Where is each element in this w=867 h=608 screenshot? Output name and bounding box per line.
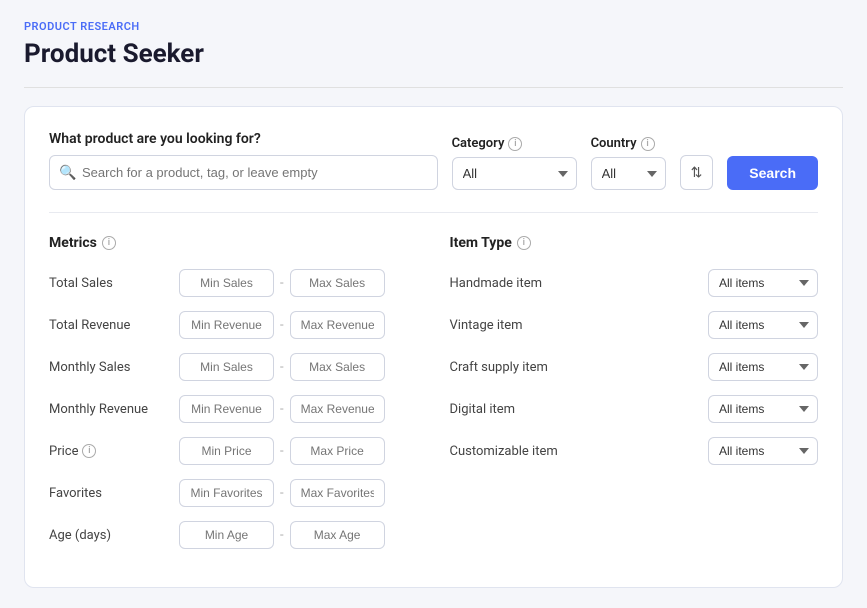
metric-inputs-favorites: - xyxy=(179,479,385,507)
search-input[interactable] xyxy=(49,155,438,190)
metric-label-total-revenue: Total Revenue xyxy=(49,318,169,333)
sort-button[interactable]: ⇅ xyxy=(680,155,714,190)
vintage-select[interactable]: All items Yes No xyxy=(708,311,818,339)
country-label: Country i xyxy=(591,136,666,151)
metric-row-total-sales: Total Sales - xyxy=(49,269,418,297)
header-divider xyxy=(24,87,843,88)
item-type-row-handmade: Handmade item All items Yes No xyxy=(450,269,819,297)
separator-total-sales: - xyxy=(280,276,284,291)
country-select[interactable]: All US UK CA AU DE xyxy=(591,157,666,190)
metric-row-favorites: Favorites - xyxy=(49,479,418,507)
metric-inputs-age: - xyxy=(179,521,385,549)
country-filter-group: Country i All US UK CA AU DE xyxy=(591,136,666,190)
item-type-row-craft-supply: Craft supply item All items Yes No xyxy=(450,353,819,381)
metric-inputs-total-sales: - xyxy=(179,269,385,297)
search-section: What product are you looking for? 🔍 Cate… xyxy=(49,131,818,213)
age-min[interactable] xyxy=(179,521,274,549)
item-type-row-customizable: Customizable item All items Yes No xyxy=(450,437,819,465)
item-type-label-handmade: Handmade item xyxy=(450,276,543,291)
metrics-heading: Metrics i xyxy=(49,235,418,251)
item-type-label-craft-supply: Craft supply item xyxy=(450,360,548,375)
item-type-label-customizable: Customizable item xyxy=(450,444,558,459)
metric-label-monthly-sales: Monthly Sales xyxy=(49,360,169,375)
page-title: Product Seeker xyxy=(24,39,843,69)
metrics-info-icon: i xyxy=(102,236,116,250)
monthly-revenue-min[interactable] xyxy=(179,395,274,423)
metric-label-total-sales: Total Sales xyxy=(49,276,169,291)
search-input-wrapper: 🔍 xyxy=(49,155,438,190)
metric-inputs-total-revenue: - xyxy=(179,311,385,339)
total-sales-max[interactable] xyxy=(290,269,385,297)
total-sales-min[interactable] xyxy=(179,269,274,297)
craft-supply-select[interactable]: All items Yes No xyxy=(708,353,818,381)
main-card: What product are you looking for? 🔍 Cate… xyxy=(24,106,843,588)
metric-label-price: Price i xyxy=(49,444,169,459)
item-type-info-icon: i xyxy=(517,236,531,250)
handmade-select[interactable]: All items Yes No xyxy=(708,269,818,297)
search-query-group: What product are you looking for? 🔍 xyxy=(49,131,438,190)
price-max[interactable] xyxy=(290,437,385,465)
total-revenue-min[interactable] xyxy=(179,311,274,339)
customizable-select[interactable]: All items Yes No xyxy=(708,437,818,465)
category-label: Category i xyxy=(452,136,577,151)
metric-inputs-monthly-revenue: - xyxy=(179,395,385,423)
metric-row-price: Price i - xyxy=(49,437,418,465)
page-container: PRODUCT RESEARCH Product Seeker What pro… xyxy=(0,0,867,608)
metric-inputs-price: - xyxy=(179,437,385,465)
breadcrumb: PRODUCT RESEARCH xyxy=(24,20,843,33)
item-type-label-digital: Digital item xyxy=(450,402,516,417)
favorites-max[interactable] xyxy=(290,479,385,507)
separator-price: - xyxy=(280,444,284,459)
total-revenue-max[interactable] xyxy=(290,311,385,339)
item-type-label-vintage: Vintage item xyxy=(450,318,523,333)
metric-row-age: Age (days) - xyxy=(49,521,418,549)
search-button[interactable]: Search xyxy=(727,156,818,190)
sort-icon: ⇅ xyxy=(691,164,703,181)
item-type-row-vintage: Vintage item All items Yes No xyxy=(450,311,819,339)
favorites-min[interactable] xyxy=(179,479,274,507)
price-info-icon: i xyxy=(82,444,96,458)
age-max[interactable] xyxy=(290,521,385,549)
category-info-icon: i xyxy=(508,137,522,151)
metric-row-monthly-revenue: Monthly Revenue - xyxy=(49,395,418,423)
country-info-icon: i xyxy=(641,137,655,151)
monthly-revenue-max[interactable] xyxy=(290,395,385,423)
item-type-row-digital: Digital item All items Yes No xyxy=(450,395,819,423)
item-type-panel: Item Type i Handmade item All items Yes … xyxy=(450,235,819,563)
metrics-panel: Metrics i Total Sales - Total Revenue xyxy=(49,235,418,563)
search-icon: 🔍 xyxy=(59,165,76,181)
metric-label-monthly-revenue: Monthly Revenue xyxy=(49,402,169,417)
metric-row-total-revenue: Total Revenue - xyxy=(49,311,418,339)
monthly-sales-max[interactable] xyxy=(290,353,385,381)
separator-monthly-revenue: - xyxy=(280,402,284,417)
separator-age: - xyxy=(280,528,284,543)
metric-label-age: Age (days) xyxy=(49,528,169,543)
metric-row-monthly-sales: Monthly Sales - xyxy=(49,353,418,381)
separator-monthly-sales: - xyxy=(280,360,284,375)
filters-section: Metrics i Total Sales - Total Revenue xyxy=(49,235,818,563)
monthly-sales-min[interactable] xyxy=(179,353,274,381)
metric-inputs-monthly-sales: - xyxy=(179,353,385,381)
price-min[interactable] xyxy=(179,437,274,465)
metric-label-favorites: Favorites xyxy=(49,486,169,501)
separator-total-revenue: - xyxy=(280,318,284,333)
search-label: What product are you looking for? xyxy=(49,131,438,147)
separator-favorites: - xyxy=(280,486,284,501)
digital-select[interactable]: All items Yes No xyxy=(708,395,818,423)
item-type-heading: Item Type i xyxy=(450,235,819,251)
category-filter-group: Category i All Jewelry Clothing Home & L… xyxy=(452,136,577,190)
category-select[interactable]: All Jewelry Clothing Home & Living Art C… xyxy=(452,157,577,190)
